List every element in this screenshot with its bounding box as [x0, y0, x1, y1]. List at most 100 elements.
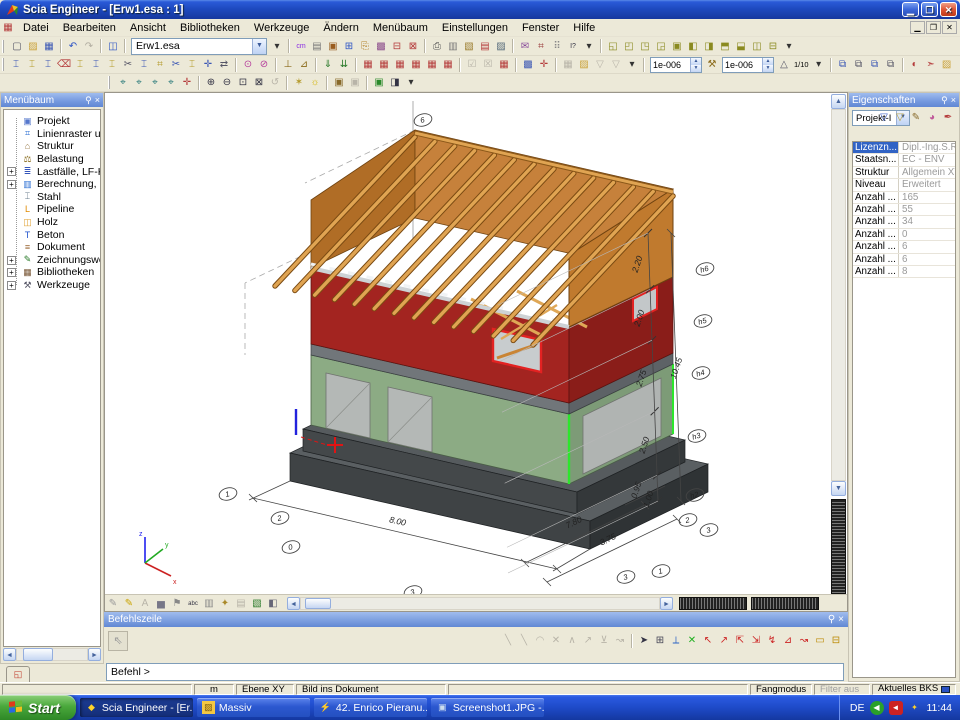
property-row[interactable]: NiveauErweitert — [853, 179, 955, 191]
model-viewport[interactable]: 2.202.002.752.5010.450.951.008.007.803.7… — [104, 92, 848, 612]
chevron-down-icon[interactable]: ▼ — [252, 39, 266, 54]
opening-icon[interactable]: ⌶ — [88, 57, 104, 72]
spinner-down-icon[interactable]: ▼ — [762, 65, 773, 72]
results-browser-icon[interactable]: ▣ — [325, 39, 341, 54]
menu-fenster[interactable]: Fenster — [515, 21, 566, 35]
open-view-icon[interactable]: ▨ — [576, 57, 592, 72]
support-hinged-icon[interactable]: ⊿ — [296, 57, 312, 72]
result-5-icon[interactable]: ▦ — [424, 57, 440, 72]
status-unit[interactable]: m — [194, 684, 234, 695]
cube-dropdown-icon[interactable]: ▾ — [403, 75, 419, 90]
project-file-combo[interactable]: Erw1.esa▼ — [131, 38, 267, 55]
snap-intersection-icon[interactable]: ✕ — [548, 633, 564, 648]
cursor-dropdown-icon[interactable]: ▾ — [581, 39, 597, 54]
chart-tool-icon[interactable]: ▅ — [153, 596, 169, 611]
camera-2-icon[interactable]: ▣ — [347, 75, 363, 90]
expand-icon[interactable]: + — [7, 167, 16, 176]
render-icon[interactable]: ◐ — [907, 57, 923, 72]
pin-icon[interactable]: ⚲ — [85, 94, 92, 106]
close-panel-icon[interactable]: × — [95, 94, 100, 106]
units-icon[interactable]: cm — [293, 39, 309, 54]
point-grid-icon[interactable]: ⠿ — [549, 39, 565, 54]
view-preset-4-icon[interactable]: ◲ — [653, 39, 669, 54]
expand-icon[interactable]: + — [7, 256, 16, 265]
layers-tool-icon[interactable]: ◧ — [265, 596, 281, 611]
haunch-icon[interactable]: ⌶ — [72, 57, 88, 72]
filter-edit-icon[interactable]: ▽ — [876, 110, 892, 125]
clock[interactable]: 11:44 — [927, 702, 953, 714]
snap-peak-icon[interactable]: ∧ — [564, 633, 580, 648]
tree-item-linienraster-und-g[interactable]: ⌗Linienraster und G — [4, 128, 100, 141]
snap-tangent-icon[interactable]: ↝ — [612, 633, 628, 648]
track-4-icon[interactable]: ⇲ — [748, 633, 764, 648]
scroll-right-icon[interactable]: ► — [88, 648, 101, 661]
cross-section-icon[interactable]: ✛ — [200, 57, 216, 72]
highlight-pen-icon[interactable]: ✎ — [121, 596, 137, 611]
ucs-table-icon[interactable]: ⊟ — [828, 633, 844, 648]
zoom-all-icon[interactable]: ⊠ — [251, 75, 267, 90]
trim-icon[interactable]: ✂ — [168, 57, 184, 72]
vscroll-up-icon[interactable]: ▲ — [831, 94, 846, 109]
find-icon[interactable]: ⌗ — [533, 39, 549, 54]
plate-icon[interactable]: ⌶ — [40, 57, 56, 72]
image-tool-icon[interactable]: ▧ — [249, 596, 265, 611]
taskbar-task[interactable]: ⚡42. Enrico Pieranu... — [314, 698, 427, 717]
expand-icon[interactable]: + — [7, 281, 16, 290]
filter-dropdown-icon[interactable]: ▾ — [624, 57, 640, 72]
tree-item-berechnung-fe-n[interactable]: +▥Berechnung, FE-N — [4, 178, 100, 191]
open-file-icon[interactable]: ▨ — [25, 39, 41, 54]
start-button[interactable]: Start — [0, 695, 76, 720]
fly-through-icon[interactable]: ➣ — [923, 57, 939, 72]
support-fixed-icon[interactable]: ⊥ — [280, 57, 296, 72]
snap-endpoint-icon[interactable]: ╲ — [500, 633, 516, 648]
pencil-icon[interactable]: ✎ — [908, 110, 924, 125]
member-2-icon[interactable]: ⌶ — [104, 57, 120, 72]
close-panel-icon[interactable]: × — [838, 614, 844, 625]
mdi-document-icon[interactable]: ▦ — [0, 20, 16, 35]
track-6-icon[interactable]: ⊿ — [780, 633, 796, 648]
tree-item-lastfälle-lf-komb[interactable]: +≣Lastfälle, LF-Komb — [4, 165, 100, 178]
property-row[interactable]: Lizenzn...Dipl.-Ing.S.Ry... — [853, 142, 955, 154]
toolbar-grip[interactable] — [2, 58, 4, 71]
tree-item-dokument[interactable]: ≡Dokument — [4, 241, 100, 254]
view-preset-7-icon[interactable]: ◨ — [701, 39, 717, 54]
view-preset-5-icon[interactable]: ▣ — [669, 39, 685, 54]
vscroll-down-icon[interactable]: ▼ — [831, 481, 846, 496]
layers-icon[interactable]: ▤ — [309, 39, 325, 54]
member-3-icon[interactable]: ⌶ — [136, 57, 152, 72]
copy-2-icon[interactable]: ⧉ — [851, 57, 867, 72]
node-icon[interactable]: ⊙ — [240, 57, 256, 72]
mdi-minimize-button[interactable]: ▁ — [910, 21, 925, 34]
expand-icon[interactable]: + — [7, 268, 16, 277]
undo-icon[interactable]: ↶ — [65, 39, 81, 54]
load-point-icon[interactable]: ⇓ — [320, 57, 336, 72]
tree-item-werkzeuge[interactable]: +⚒Werkzeuge — [4, 279, 100, 292]
menu-einstellungen[interactable]: Einstellungen — [435, 21, 515, 35]
export-icon[interactable]: ▨ — [493, 39, 509, 54]
redo-icon[interactable]: ↷ — [81, 39, 97, 54]
taskbar-task[interactable]: ◆Scia Engineer - [Er... — [80, 698, 193, 717]
pin-icon[interactable]: ⚲ — [941, 94, 948, 106]
ucs-move-icon[interactable]: ▭ — [812, 633, 828, 648]
close-button[interactable]: ✕ — [940, 2, 957, 17]
select-all-icon[interactable]: ⌖ — [163, 75, 179, 90]
paste-2-icon[interactable]: ⧉ — [883, 57, 899, 72]
filter-b-icon[interactable]: ▽ — [608, 57, 624, 72]
view-preset-1-icon[interactable]: ◱ — [605, 39, 621, 54]
paste-1-icon[interactable]: ⧉ — [867, 57, 883, 72]
swap-icon[interactable]: ⇄ — [216, 57, 232, 72]
menu-datei[interactable]: Datei — [16, 21, 56, 35]
view-preset-8-icon[interactable]: ⬒ — [717, 39, 733, 54]
property-row[interactable]: Anzahl ...6 — [853, 241, 955, 253]
activity-icon[interactable]: ⊞ — [341, 39, 357, 54]
delete-member-icon[interactable]: ⌫ — [56, 57, 72, 72]
table-results-icon[interactable]: ⊠ — [405, 39, 421, 54]
mesh-icon[interactable]: ▩ — [520, 57, 536, 72]
snap-ortho-icon[interactable]: ⊻ — [596, 633, 612, 648]
tree-item-stahl[interactable]: ⌶Stahl — [4, 191, 100, 204]
mdi-close-button[interactable]: ✕ — [942, 21, 957, 34]
taskbar-task[interactable]: ▨Massiv — [197, 698, 310, 717]
bcs-icon[interactable]: ▣ — [371, 75, 387, 90]
member-4-icon[interactable]: ⌶ — [184, 57, 200, 72]
save-icon[interactable]: ▦ — [41, 39, 57, 54]
